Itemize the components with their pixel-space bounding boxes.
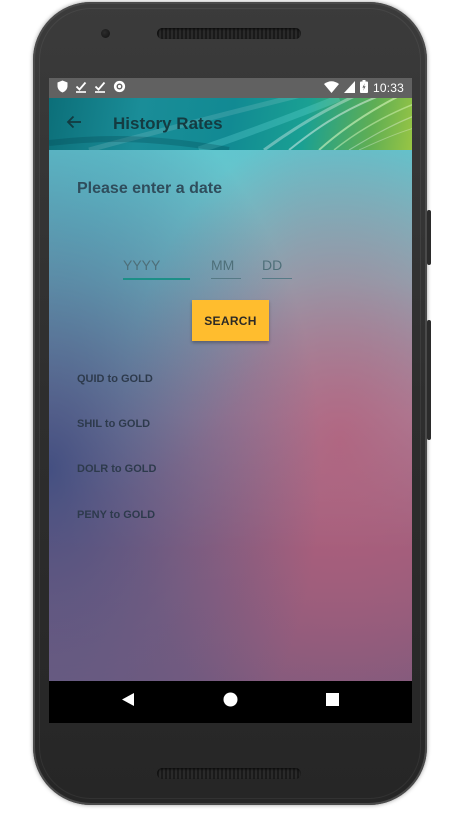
home-circle-icon [223,692,238,712]
shield-icon [57,80,68,96]
arrow-back-icon [66,114,82,135]
phone-screen: 10:33 History Rates Please enter a date … [49,78,412,723]
top-speaker [157,28,301,39]
app-bar: History Rates [49,98,412,150]
status-bar: 10:33 [49,78,412,98]
nav-home-button[interactable] [217,689,243,715]
battery-icon [359,80,368,96]
status-time: 10:33 [372,81,404,95]
nav-back-button[interactable] [115,689,141,715]
download-done-icon [75,80,87,96]
rate-list: QUID to GOLD SHIL to GOLD DOLR to GOLD P… [77,150,377,681]
front-camera [101,29,110,38]
app-bar-background-art [49,98,412,150]
volume-button [427,320,431,440]
nav-recents-button[interactable] [319,689,345,715]
page-title: History Rates [113,114,223,133]
sync-icon [113,80,126,96]
recents-square-icon [325,693,339,711]
cell-signal-icon [343,80,355,96]
rate-item-dolr[interactable]: DOLR to GOLD [77,463,156,475]
download-done-icon [94,80,106,96]
main-content: Please enter a date SEARCH QUID to GOLD … [49,150,412,681]
rate-item-shil[interactable]: SHIL to GOLD [77,418,150,430]
rate-item-peny[interactable]: PENY to GOLD [77,509,155,521]
bottom-speaker [157,768,301,779]
back-triangle-icon [121,692,135,712]
wifi-icon [323,80,339,96]
navigation-bar [49,681,412,723]
power-button [427,210,431,265]
rate-item-quid[interactable]: QUID to GOLD [77,373,153,385]
back-button[interactable] [61,111,87,137]
